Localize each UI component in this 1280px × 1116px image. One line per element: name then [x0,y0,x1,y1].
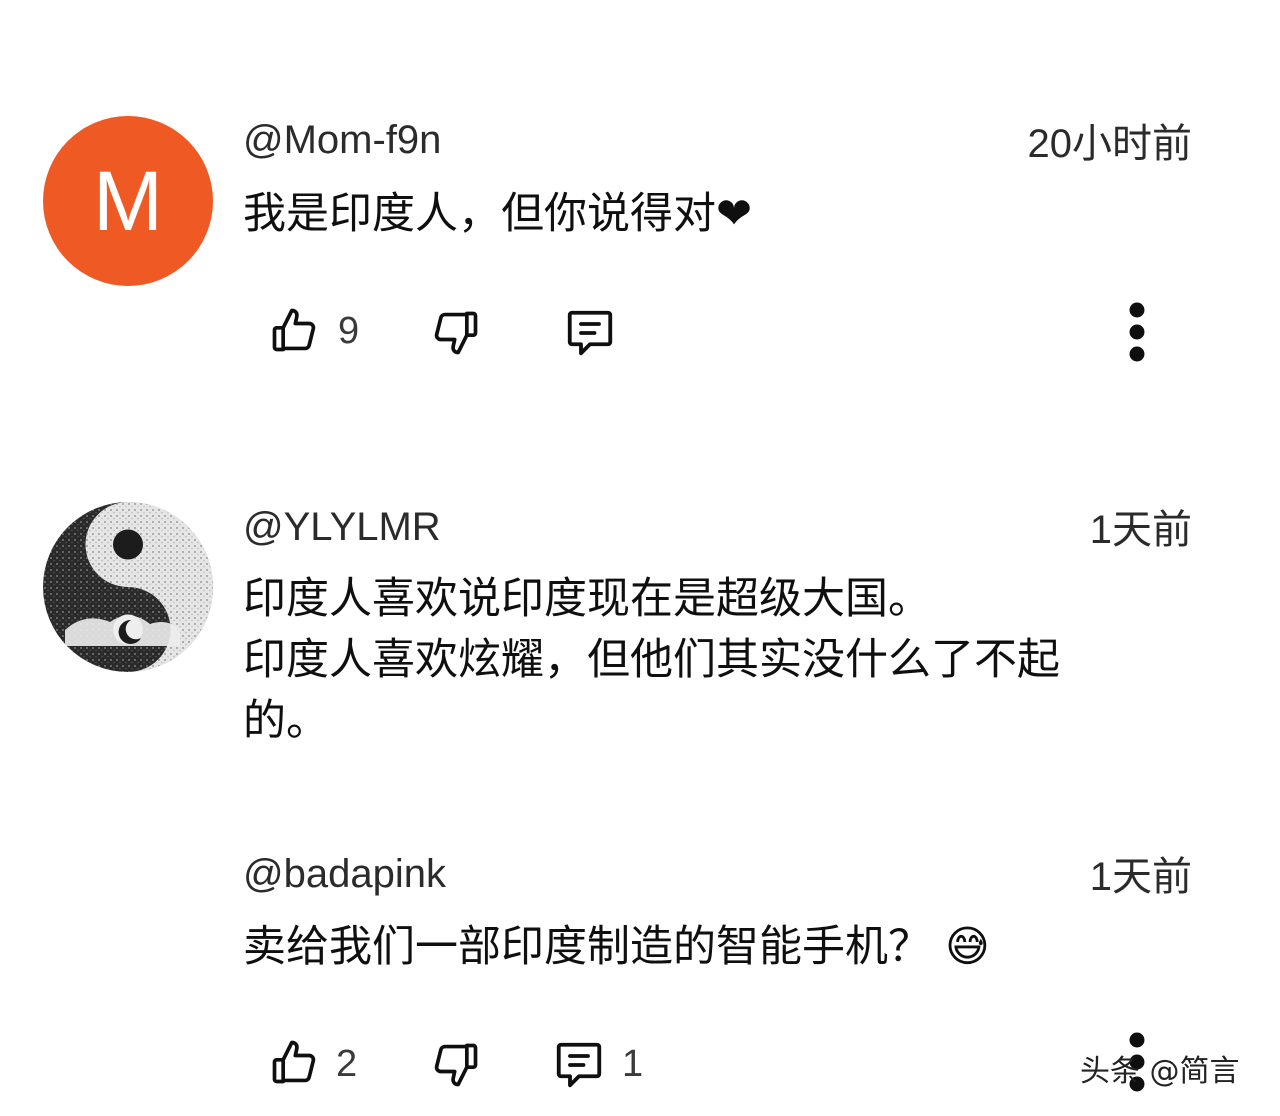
comment-author[interactable]: @badapink [243,850,446,898]
thumbs-down-icon [434,1043,478,1087]
dislike-button[interactable] [428,305,484,361]
comment-icon [567,310,613,356]
like-button[interactable] [266,302,322,358]
avatar[interactable] [43,502,213,672]
avatar-letter: M [93,154,163,248]
sweat-smile-emoji: 😅 [945,922,990,972]
reply-count: 1 [622,1043,644,1085]
comment-text: 卖给我们一部印度制造的智能手机？ 😅 [243,917,1243,978]
reply-button[interactable] [551,1037,607,1093]
dislike-button[interactable] [428,1037,484,1093]
yin-yang-avatar-icon [43,502,213,672]
comment-text-body: 卖给我们一部印度制造的智能手机？ [243,922,931,972]
avatar[interactable]: M [43,116,213,286]
comment-timestamp: 1天前 [1089,508,1192,552]
more-options-button[interactable] [1112,300,1162,364]
comment-timestamp: 1天前 [1089,855,1192,899]
like-button[interactable] [266,1034,322,1090]
comment-author[interactable]: @YLYLMR [243,503,441,551]
like-count: 9 [338,310,360,352]
reply-button[interactable] [562,305,618,361]
thumbs-up-icon [272,1040,316,1084]
comment-timestamp: 20小时前 [1027,122,1193,166]
comment-text: 印度人喜欢说印度现在是超级大国。 印度人喜欢炫耀，但他们其实没什么了不起 的。 [243,574,1060,746]
thumbs-up-icon [272,308,316,352]
watermark: 头条 @简言 [1080,1054,1240,1089]
thumbs-down-icon [434,311,478,355]
like-count: 2 [336,1043,358,1085]
more-vertical-icon [1129,302,1145,362]
comment-text: 我是印度人，但你说得对❤ [243,189,753,239]
comment-icon [556,1042,602,1088]
comment-author[interactable]: @Mom-f9n [243,116,441,164]
